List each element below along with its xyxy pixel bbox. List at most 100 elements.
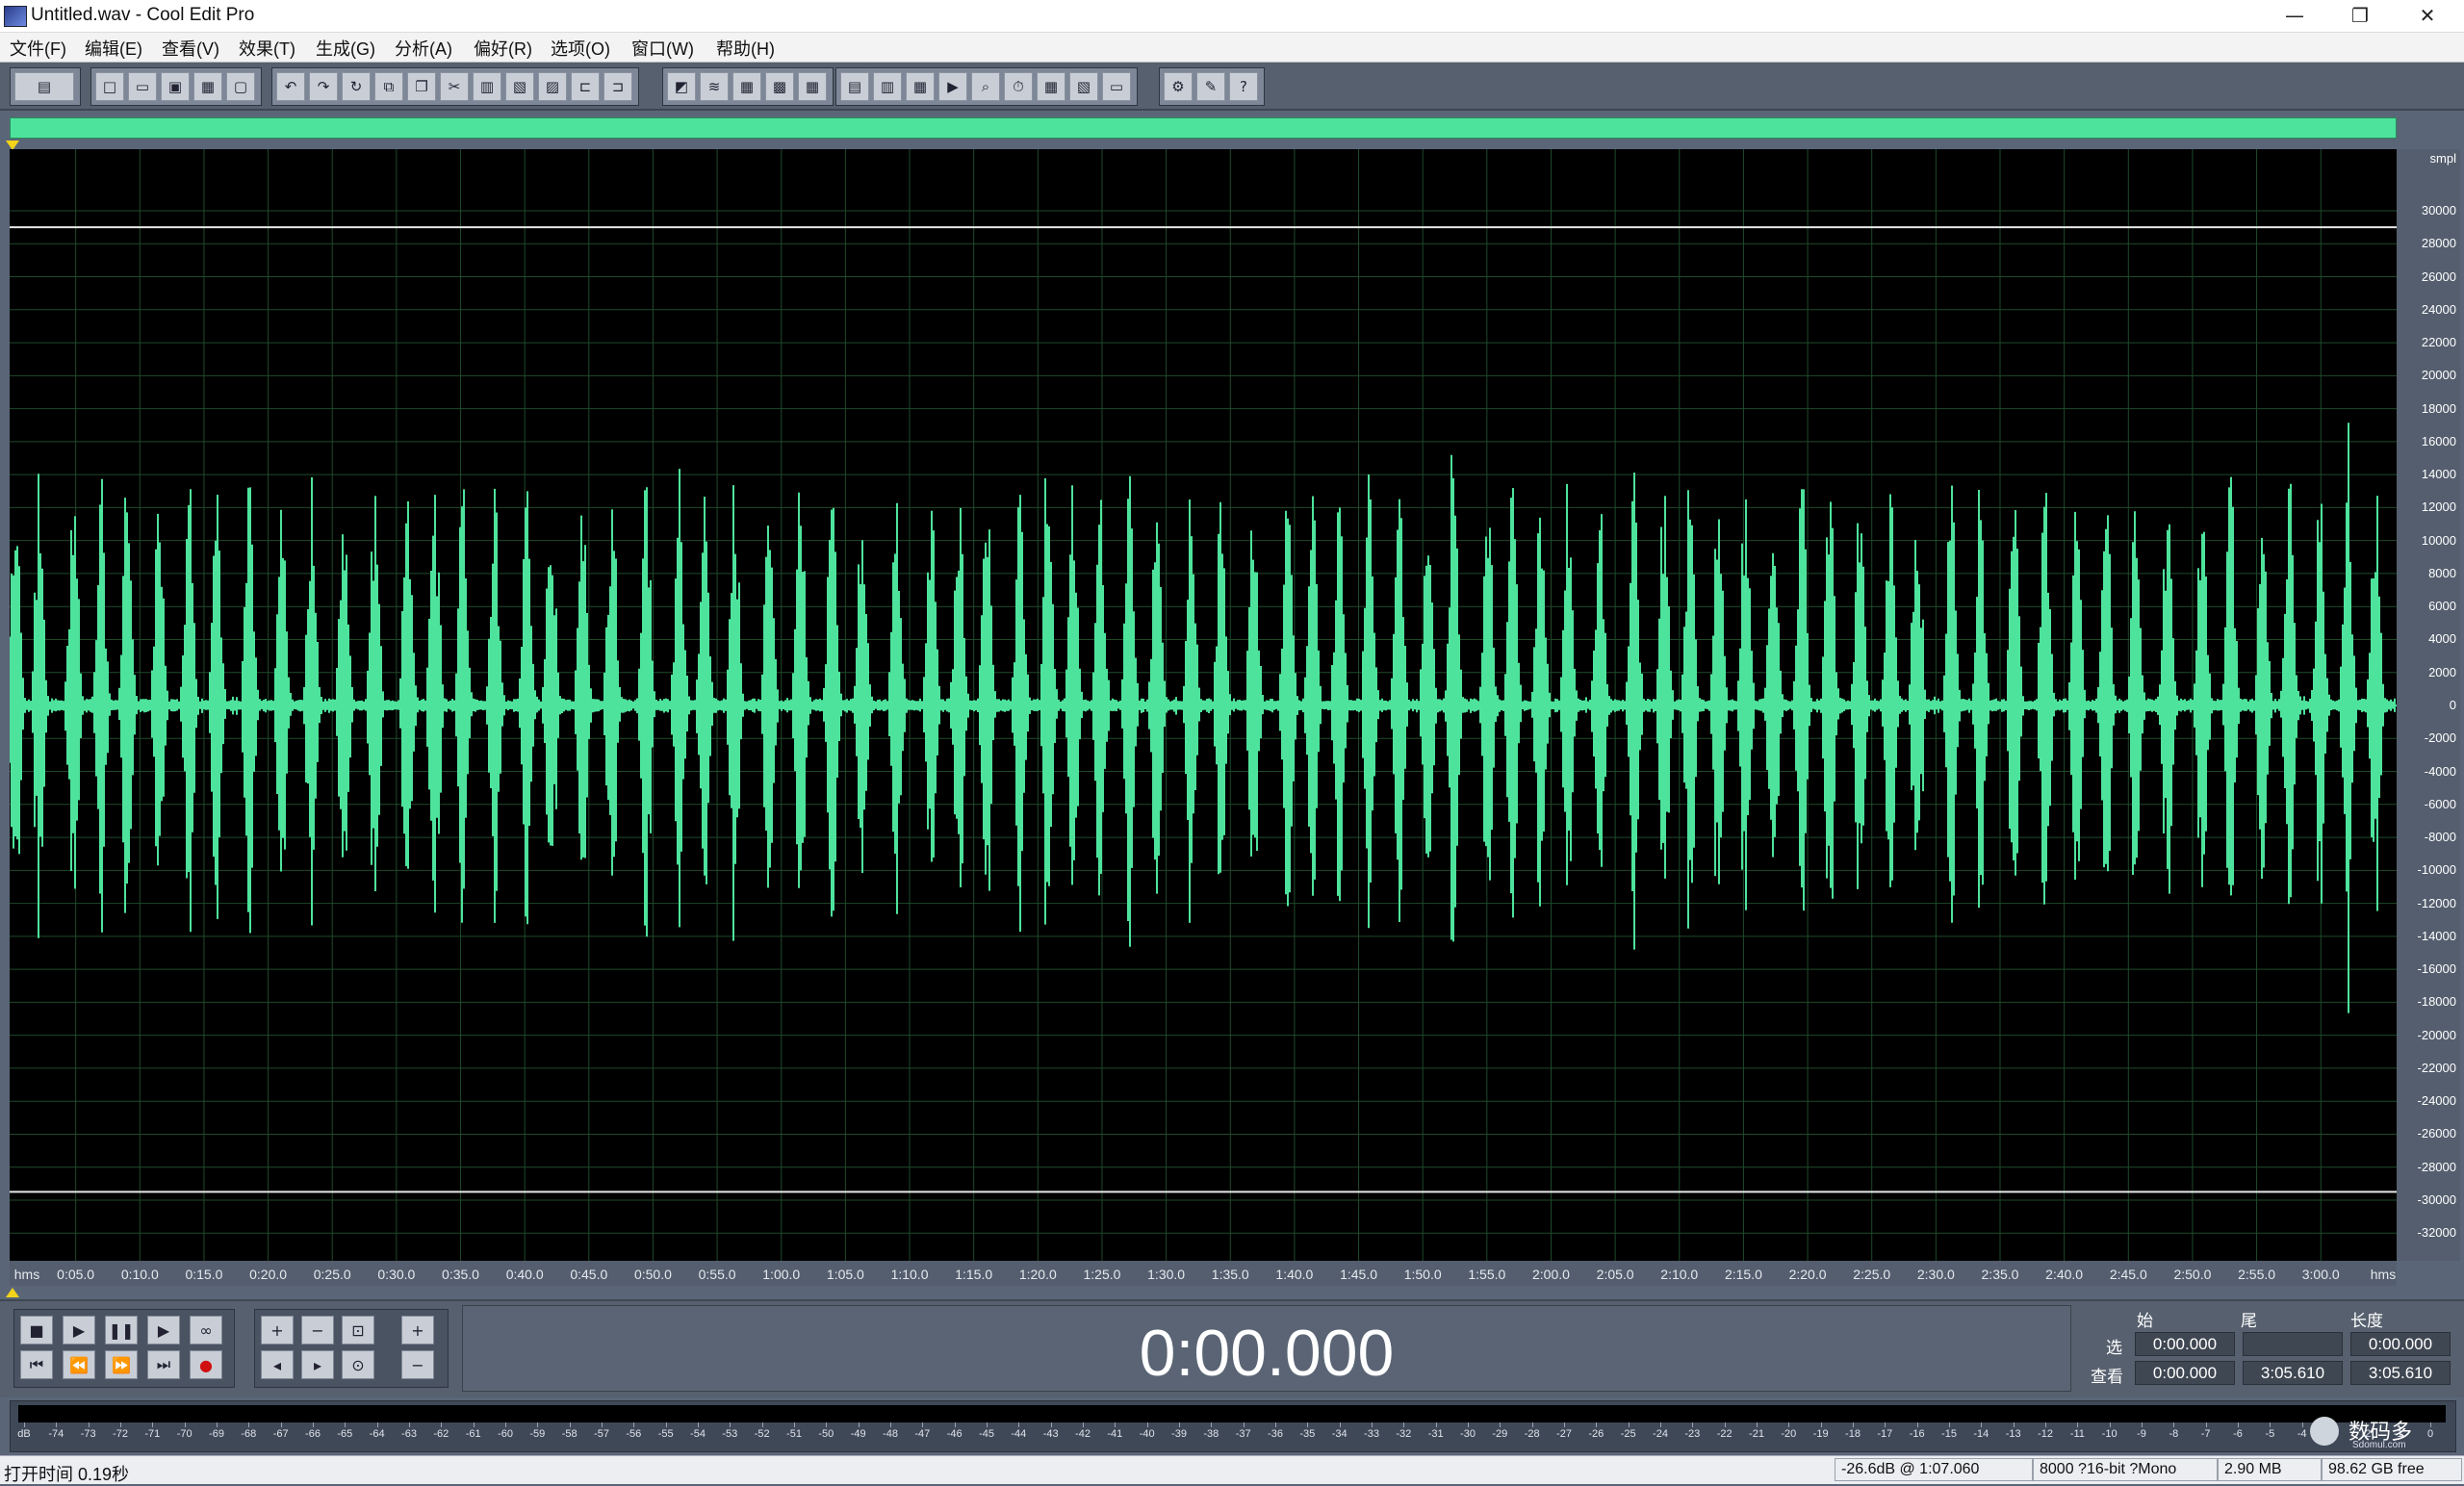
cue-icon[interactable]: ▦ (798, 72, 827, 101)
multitrack-toggle-icon[interactable]: ▤ (14, 72, 74, 101)
level-meter-tick (1050, 1422, 1052, 1427)
time-ruler[interactable]: hms hms 0:05.0 0:10.0 0:15.0 0:20.0 0:25.0 0:… (10, 1261, 2397, 1286)
level-meter-tick (1724, 1422, 1726, 1427)
loop-button[interactable]: ∞ (190, 1316, 222, 1345)
repeat-icon[interactable]: ↻ (342, 72, 371, 101)
menu-analyze[interactable]: 分析(A) (395, 36, 452, 61)
scripts-icon[interactable]: ✎ (1196, 72, 1225, 101)
cue-list-icon[interactable]: ▦ (906, 72, 935, 101)
zoom-out-h-button[interactable]: − (301, 1316, 334, 1345)
help-icon[interactable]: ? (1229, 72, 1258, 101)
time-label: 0:25.0 (313, 1267, 351, 1282)
amplitude-label: 14000 (2421, 467, 2456, 482)
time-label: 2:45.0 (2109, 1267, 2147, 1282)
envelope-icon[interactable]: ◩ (667, 72, 696, 101)
menu-generate[interactable]: 生成(G) (316, 36, 375, 61)
toolbar-group: ▤ ▥ ▦ ▶ ⌕ ⏱ ▦ ▧ ▭ (835, 67, 1138, 106)
amplitude-label: -4000 (2424, 763, 2456, 779)
play-to-end-button[interactable]: ▶ (147, 1316, 180, 1345)
level-meter-label: -7 (2200, 1428, 2211, 1440)
zoom-out-v-button[interactable]: − (401, 1350, 434, 1379)
settings-icon[interactable]: ⚙ (1164, 72, 1193, 101)
level-meter-label: -43 (1042, 1428, 1059, 1440)
selection-col-end: 尾 (2241, 1312, 2257, 1330)
end-marker-icon[interactable] (6, 1288, 19, 1297)
go-to-end-button[interactable]: ⏭ (147, 1350, 180, 1379)
zoom-selection-button[interactable]: ⊙ (342, 1350, 374, 1379)
noise-reduction-icon[interactable]: ≋ (700, 72, 729, 101)
restore-button[interactable]: ❐ (2327, 0, 2393, 32)
rewind-button[interactable]: ⏪ (63, 1350, 95, 1379)
overview-bar[interactable] (10, 117, 2397, 139)
save-icon[interactable]: ▣ (161, 72, 190, 101)
level-meter-label: -74 (48, 1428, 64, 1440)
copy-new-icon[interactable]: ⧉ (374, 72, 403, 101)
zoom-view-icon[interactable]: ⌕ (971, 72, 1000, 101)
paste-icon[interactable]: ▥ (473, 72, 501, 101)
record-button[interactable]: ● (190, 1350, 222, 1379)
fast-forward-button[interactable]: ⏩ (105, 1350, 138, 1379)
menu-file[interactable]: 文件(F) (10, 36, 66, 61)
analysis-icon[interactable]: ▧ (1069, 72, 1098, 101)
crop-icon[interactable]: ⊐ (603, 72, 632, 101)
level-meter-tick (794, 1422, 795, 1427)
menu-view[interactable]: 查看(V) (162, 36, 219, 61)
status-bar: 打开时间 0.19秒 -26.6dB @ 1:07.060 8000 ?16-b… (0, 1455, 2464, 1484)
view-length-field[interactable]: 3:05.610 (2350, 1361, 2451, 1385)
close-file-icon[interactable]: ▢ (226, 72, 255, 101)
minimize-button[interactable]: — (2262, 0, 2327, 32)
level-meter-label: -70 (176, 1428, 192, 1440)
spectral-view-icon[interactable]: ▤ (840, 72, 869, 101)
copy-icon[interactable]: ❐ (407, 72, 436, 101)
level-meter-tick (698, 1422, 699, 1427)
select-length-field[interactable]: 0:00.000 (2350, 1332, 2451, 1356)
menu-effects[interactable]: 效果(T) (239, 36, 295, 61)
undo-icon[interactable]: ↶ (276, 72, 305, 101)
select-start-field[interactable]: 0:00.000 (2135, 1332, 2235, 1356)
redo-icon[interactable]: ↷ (309, 72, 338, 101)
play-button[interactable]: ▶ (63, 1316, 95, 1345)
zoom-left-button[interactable]: ◂ (261, 1350, 294, 1379)
pause-button[interactable]: ❚❚ (105, 1316, 138, 1345)
mark-icon[interactable]: ▦ (732, 72, 761, 101)
waveform-display[interactable] (10, 149, 2397, 1261)
waveform-view-icon[interactable]: ▥ (873, 72, 902, 101)
amplitude-label: 28000 (2421, 236, 2456, 251)
new-file-icon[interactable]: □ (95, 72, 124, 101)
time-label: 1:55.0 (1468, 1267, 1506, 1282)
menu-window[interactable]: 窗口(W) (631, 36, 694, 61)
zoom-right-button[interactable]: ▸ (301, 1350, 334, 1379)
open-file-icon[interactable]: ▭ (128, 72, 157, 101)
play-list-icon[interactable]: ▶ (938, 72, 967, 101)
level-meter-tick (1403, 1422, 1405, 1427)
close-button[interactable]: ✕ (2395, 0, 2460, 32)
time-label: 0:45.0 (570, 1267, 608, 1282)
stop-button[interactable]: ■ (20, 1316, 53, 1345)
zoom-in-v-button[interactable]: + (401, 1316, 434, 1345)
menu-help[interactable]: 帮助(H) (716, 36, 775, 61)
cut-icon[interactable]: ✂ (440, 72, 469, 101)
paste-new-icon[interactable]: ▧ (505, 72, 534, 101)
menu-preferences[interactable]: 偏好(R) (474, 36, 532, 61)
menu-edit[interactable]: 编辑(E) (85, 36, 142, 61)
go-to-start-button[interactable]: ⏮ (20, 1350, 53, 1379)
info-window-icon[interactable]: ▦ (1037, 72, 1065, 101)
view-start-field[interactable]: 0:00.000 (2135, 1361, 2235, 1385)
amplitude-label: 16000 (2421, 433, 2456, 448)
mix-paste-icon[interactable]: ▨ (538, 72, 567, 101)
organizer-icon[interactable]: ▭ (1102, 72, 1131, 101)
level-meter-label: -16 (1909, 1428, 1925, 1440)
trim-icon[interactable]: ⊏ (571, 72, 600, 101)
region-icon[interactable]: ▩ (765, 72, 794, 101)
amplitude-label: -22000 (2417, 1060, 2456, 1075)
select-end-field[interactable] (2243, 1332, 2343, 1356)
level-meter-label: -62 (433, 1428, 449, 1440)
view-end-field[interactable]: 3:05.610 (2243, 1361, 2343, 1385)
level-meter-tick (152, 1422, 154, 1427)
level-meter-tick (1596, 1422, 1598, 1427)
menu-options[interactable]: 选项(O) (551, 36, 610, 61)
save-as-icon[interactable]: ▦ (193, 72, 222, 101)
zoom-full-button[interactable]: ⊡ (342, 1316, 374, 1345)
zoom-in-h-button[interactable]: + (261, 1316, 294, 1345)
time-window-icon[interactable]: ⏱ (1004, 72, 1033, 101)
